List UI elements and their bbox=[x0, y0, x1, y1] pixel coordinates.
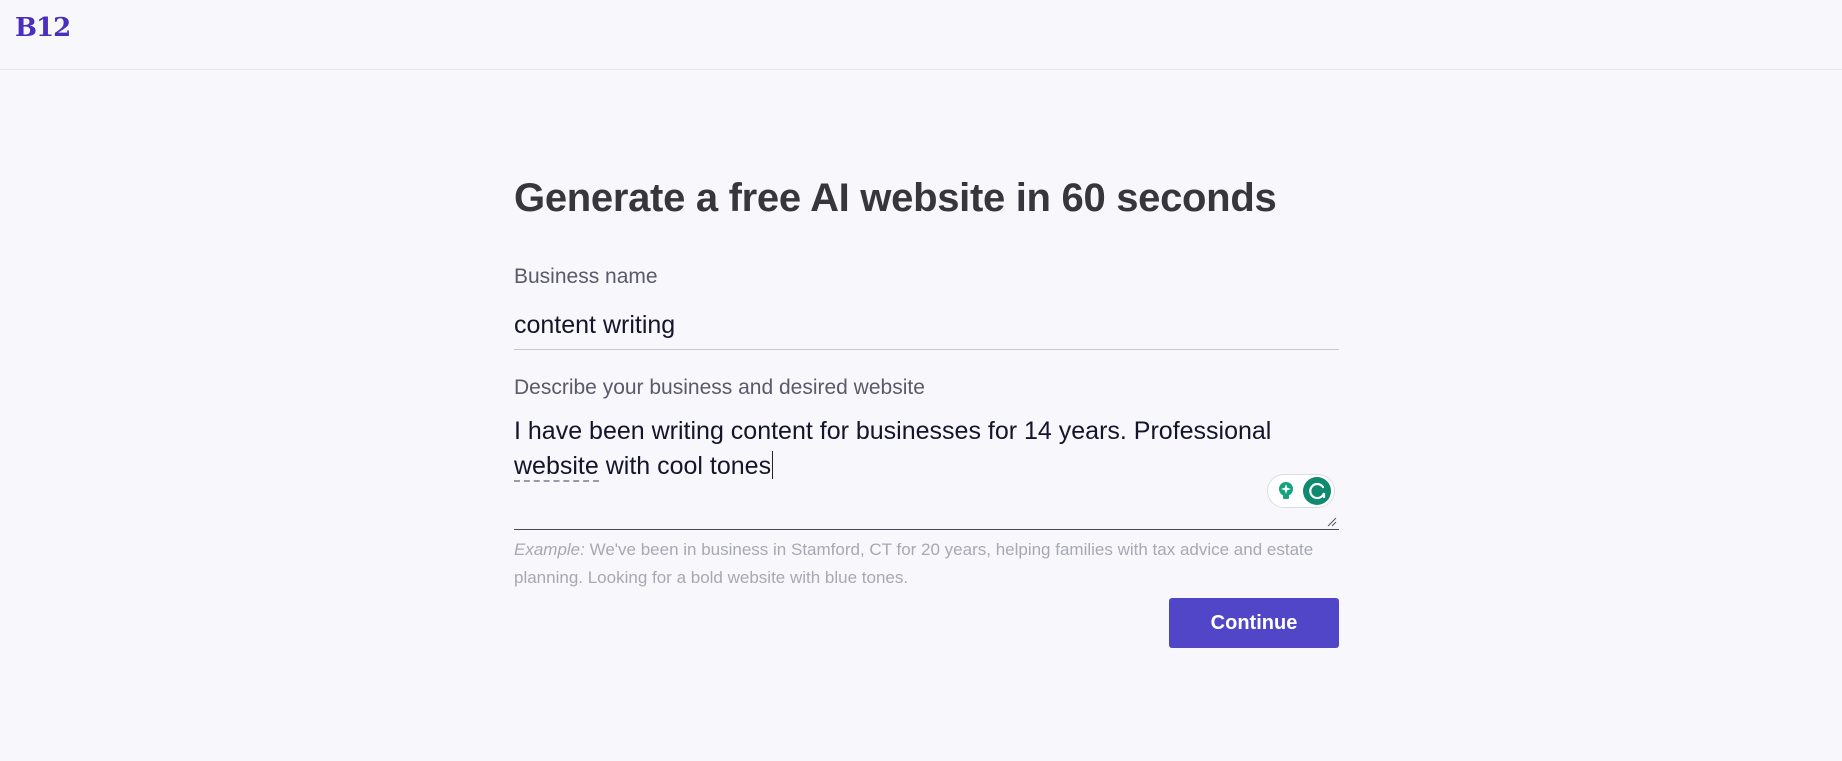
description-text[interactable]: I have been writing content for business… bbox=[514, 414, 1304, 484]
description-label: Describe your business and desired websi… bbox=[514, 376, 925, 399]
page-title: Generate a free AI website in 60 seconds bbox=[514, 176, 1277, 220]
description-text-part: I have been writing content for business… bbox=[514, 417, 1272, 445]
text-caret bbox=[772, 451, 774, 479]
resize-handle-icon[interactable] bbox=[1327, 517, 1337, 527]
continue-button[interactable]: Continue bbox=[1169, 598, 1339, 648]
b12-logo[interactable]: B12 bbox=[15, 12, 71, 44]
description-text-part: with cool tones bbox=[598, 452, 772, 480]
spellcheck-flagged-word[interactable]: website bbox=[514, 452, 599, 482]
generator-form: Generate a free AI website in 60 seconds… bbox=[514, 170, 1339, 648]
description-textarea[interactable]: I have been writing content for business… bbox=[514, 410, 1339, 530]
hint-text: We've been in business in Stamford, CT f… bbox=[514, 540, 1314, 587]
description-example-hint: Example: We've been in business in Stamf… bbox=[514, 536, 1339, 592]
business-name-label: Business name bbox=[514, 265, 658, 288]
writing-assistant-icon[interactable] bbox=[1302, 476, 1332, 506]
lightbulb-sparkle-icon[interactable] bbox=[1276, 481, 1296, 501]
business-name-input[interactable] bbox=[514, 302, 1339, 350]
top-header: B12 bbox=[0, 0, 1842, 70]
hint-prefix: Example: bbox=[514, 540, 585, 559]
writing-assistant-widget[interactable] bbox=[1267, 474, 1335, 508]
